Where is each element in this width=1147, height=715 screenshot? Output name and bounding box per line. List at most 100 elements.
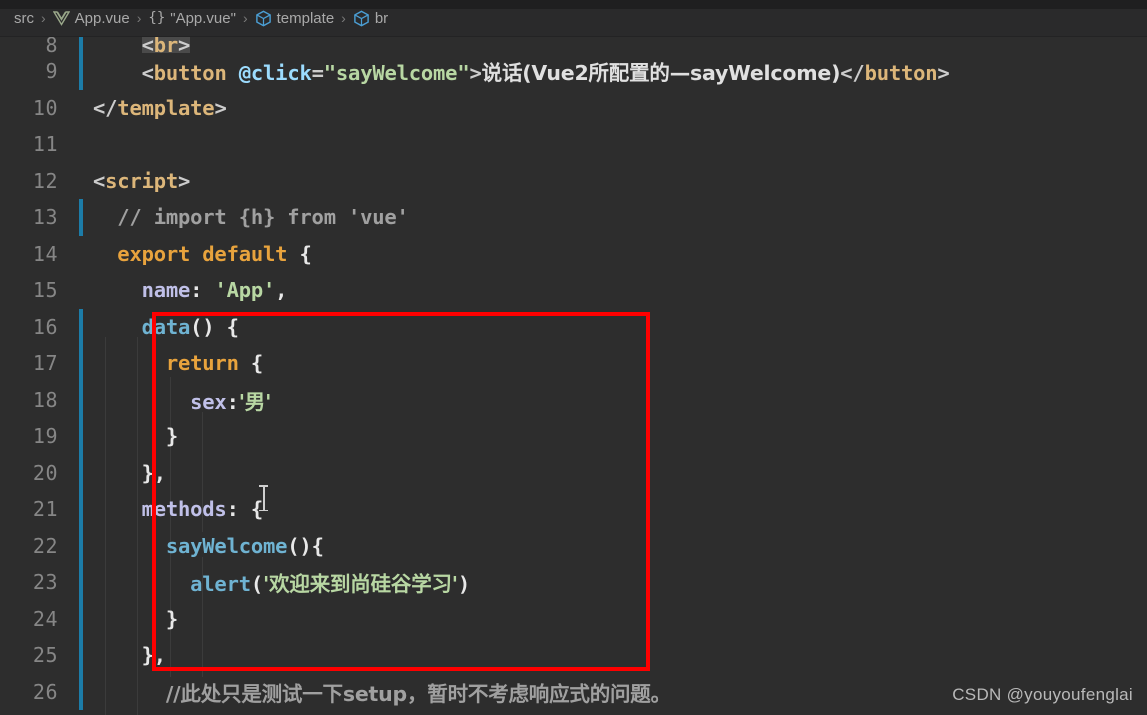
code-line[interactable]: 22 sayWelcome(){ [0, 528, 1147, 565]
line-number: 10 [32, 95, 58, 120]
code-token: } [93, 424, 178, 449]
code-line-text: sex:'男' [68, 385, 1147, 415]
line-number: 19 [32, 424, 58, 449]
code-token: , [275, 278, 288, 303]
code-token: template [117, 95, 215, 120]
breadcrumb-item-app-vue-file[interactable]: App.vue [52, 9, 130, 27]
breadcrumb-item-br[interactable]: br [353, 10, 388, 27]
code-token: 说话(Vue2所配置的—sayWelcome) [481, 61, 841, 86]
code-token: }, [93, 643, 166, 668]
code-token: > [178, 168, 191, 193]
code-editor-area[interactable]: 8 <br> 9 <button @click="sayWelcome">说话(V… [0, 37, 1147, 715]
code-line[interactable]: 23 alert('欢迎来到尚硅谷学习') [0, 564, 1147, 601]
code-line-text: } [68, 424, 1147, 448]
code-line[interactable]: 9 <button @click="sayWelcome">说话(Vue2所配置… [0, 53, 1147, 90]
breadcrumb-label-app-vue-symbol: "App.vue" [170, 9, 236, 27]
code-token: sayWelcome [165, 533, 288, 558]
code-line[interactable]: 20 }, [0, 455, 1147, 492]
code-token: sex [190, 389, 227, 414]
line-number: 20 [32, 460, 58, 485]
code-line-text: sayWelcome(){ [68, 534, 1147, 558]
code-token: < [141, 37, 154, 53]
code-line[interactable]: 24 } [0, 601, 1147, 638]
code-token: '欢迎来到尚硅谷学习' [263, 572, 458, 597]
code-line[interactable]: 16 data() { [0, 309, 1147, 346]
breadcrumb-separator: › [341, 10, 346, 26]
line-number: 26 [32, 679, 58, 704]
code-line-text: }, [68, 461, 1147, 485]
line-number: 8 [45, 37, 58, 53]
code-token: 'App' [214, 278, 276, 303]
code-token: </ [840, 61, 865, 86]
code-token: </ [93, 95, 118, 120]
code-token: : [226, 389, 239, 414]
code-token: : { [226, 497, 264, 522]
code-line-text: // import {h} from 'vue' [68, 205, 1147, 229]
code-token: button [864, 61, 938, 86]
code-line-text: return { [68, 351, 1147, 375]
breadcrumb-bar: src › App.vue › {} "App.vue" › template … [0, 0, 1147, 37]
code-token: > [937, 61, 950, 86]
code-token: > [469, 61, 482, 86]
code-token: ) [457, 572, 471, 597]
csdn-watermark: CSDN @youyoufenglai [952, 685, 1133, 704]
breadcrumb-label-src: src [14, 9, 34, 27]
code-token: //此处只是测试一下setup，暂时不考虑响应式的问题。 [165, 681, 671, 706]
code-line[interactable]: 25 }, [0, 637, 1147, 674]
code-line[interactable]: 18 sex:'男' [0, 382, 1147, 419]
cube-icon [353, 10, 370, 27]
breadcrumb-separator: › [136, 10, 142, 26]
code-token: { [238, 351, 264, 376]
code-token: button [153, 61, 227, 86]
line-number: 18 [32, 387, 58, 412]
code-token: } [93, 606, 178, 631]
code-line-text: } [68, 607, 1147, 631]
line-number: 16 [32, 314, 58, 339]
code-line-text: </template> [68, 96, 1147, 120]
line-number: 25 [32, 643, 58, 668]
breadcrumb-label-br: br [374, 9, 389, 27]
line-number: 13 [32, 205, 58, 230]
code-line[interactable]: 8 <br> [0, 37, 1147, 53]
line-number: 15 [32, 278, 58, 303]
code-token: > [214, 95, 227, 120]
code-line-text: data() { [68, 315, 1147, 339]
code-line[interactable]: 19 } [0, 418, 1147, 455]
git-change-marker [79, 308, 83, 710]
code-line-text: <button @click="sayWelcome">说话(Vue2所配置的—… [68, 56, 1147, 86]
code-line[interactable]: 11 [0, 126, 1147, 163]
code-line-text: name: 'App', [68, 278, 1147, 302]
code-token: // import {h} from 'vue' [93, 205, 409, 230]
line-number: 23 [32, 570, 58, 595]
breadcrumb-item-app-vue-symbol[interactable]: {} "App.vue" [148, 10, 236, 27]
code-line-text: alert('欢迎来到尚硅谷学习') [68, 567, 1147, 597]
code-line-container: 8 <br> 9 <button @click="sayWelcome">说话(V… [0, 37, 1147, 710]
code-line-text: methods: { [68, 497, 1147, 521]
code-line[interactable]: 17 return { [0, 345, 1147, 382]
cube-icon [255, 10, 272, 27]
code-token: methods [141, 497, 227, 522]
code-line[interactable]: 10 </template> [0, 90, 1147, 127]
breadcrumb-item-src[interactable]: src [14, 10, 34, 27]
code-token: () { [190, 314, 239, 339]
line-number: 24 [32, 606, 58, 631]
breadcrumb-label-app-vue-file: App.vue [74, 9, 130, 27]
code-line[interactable]: 21 methods: { [0, 491, 1147, 528]
code-line[interactable]: 15 name: 'App', [0, 272, 1147, 309]
code-line[interactable]: 14 export default { [0, 236, 1147, 273]
code-line[interactable]: 13 // import {h} from 'vue' [0, 199, 1147, 236]
vscode-editor-window: src › App.vue › {} "App.vue" › template … [0, 0, 1147, 715]
line-number: 14 [32, 241, 58, 266]
code-line[interactable]: 12 <script> [0, 163, 1147, 200]
breadcrumb-item-template[interactable]: template [255, 10, 334, 27]
breadcrumb-separator: › [41, 10, 46, 26]
